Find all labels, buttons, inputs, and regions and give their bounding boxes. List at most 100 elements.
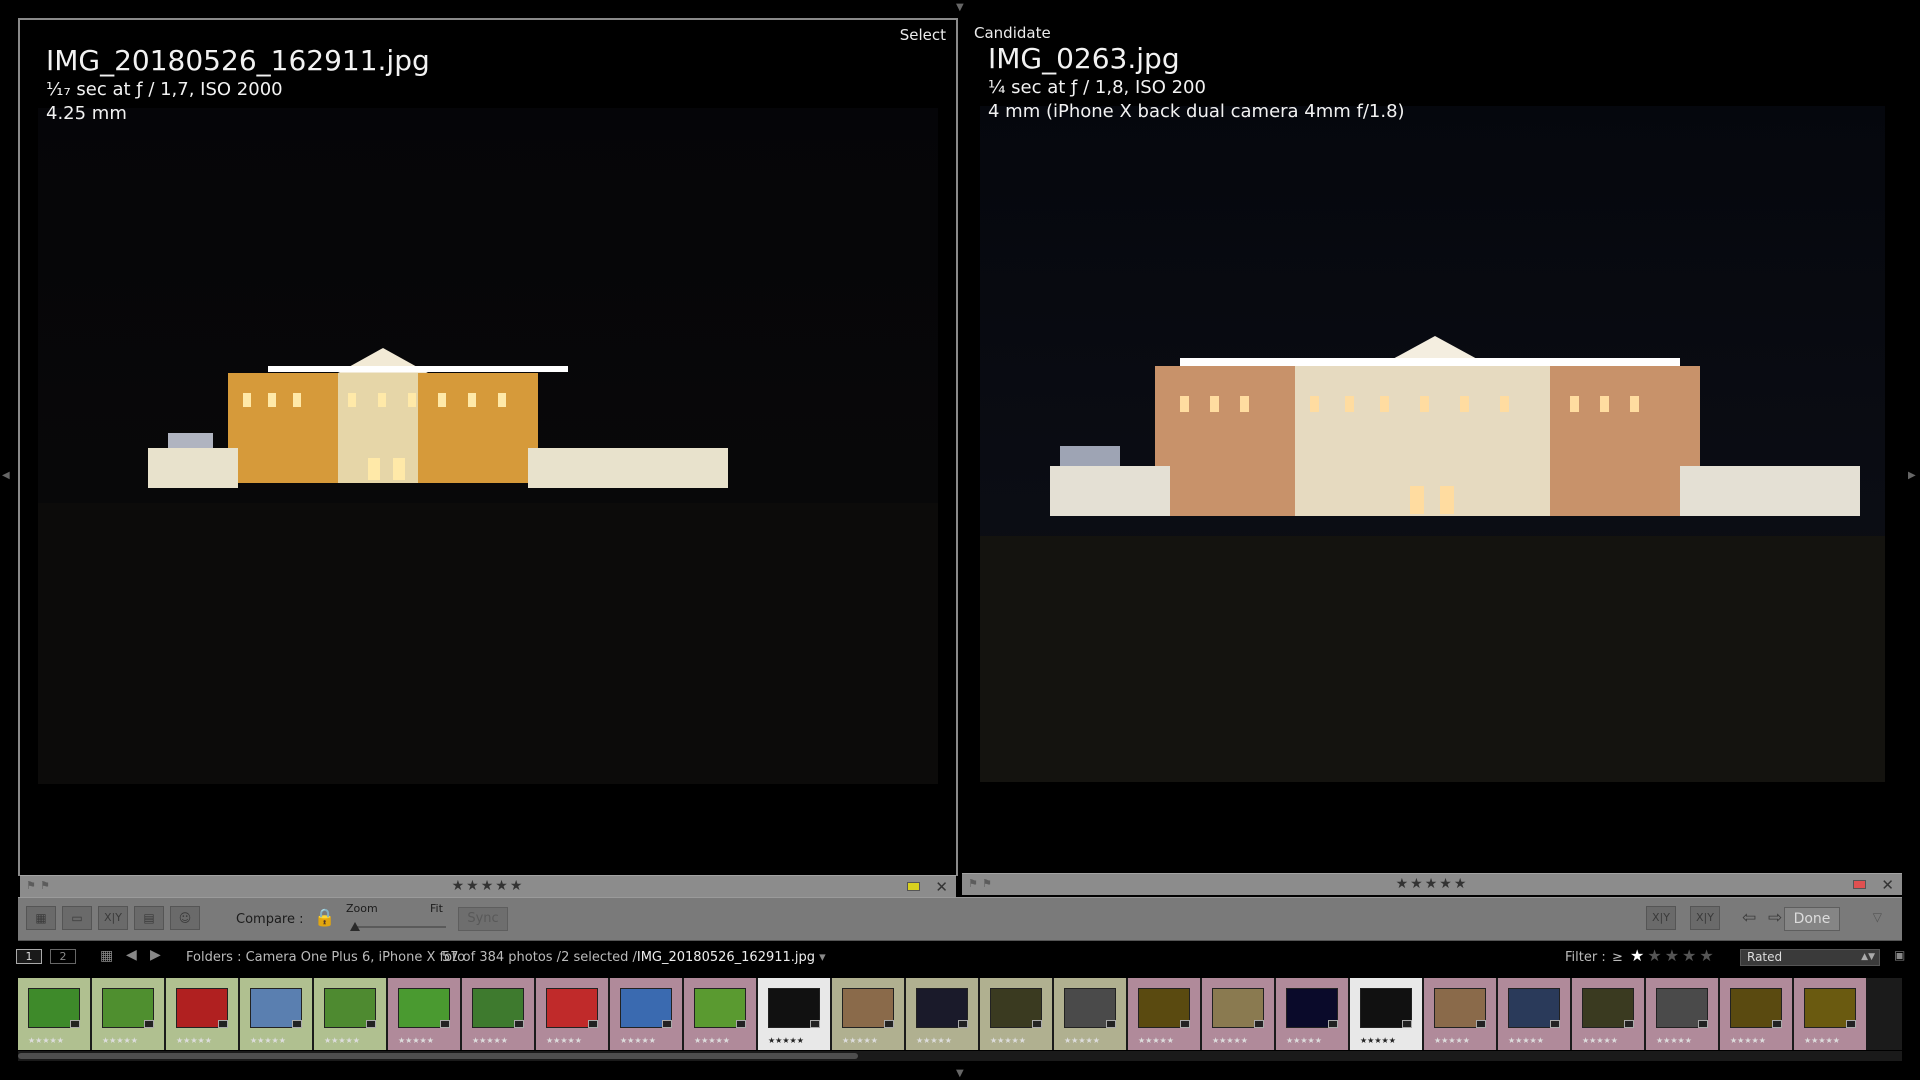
filmstrip-scrollbar[interactable] bbox=[18, 1051, 1902, 1061]
chevron-down-icon: ▲▼ bbox=[1861, 952, 1875, 962]
edited-badge-icon bbox=[1846, 1020, 1856, 1028]
people-view-button[interactable]: ☺ bbox=[170, 906, 200, 930]
thumbnail-rating-stars: ★★★★★ bbox=[250, 1036, 286, 1045]
filmstrip-thumbnail[interactable]: ★★★★★ bbox=[1498, 978, 1570, 1050]
filmstrip-thumbnail[interactable]: ★★★★★ bbox=[240, 978, 312, 1050]
toolbar-options-chevron-icon[interactable]: ▽ bbox=[1873, 910, 1882, 924]
filmstrip-thumbnail[interactable]: ★★★★★ bbox=[1646, 978, 1718, 1050]
filmstrip-scroll-thumb[interactable] bbox=[18, 1053, 858, 1059]
thumbnail-rating-stars: ★★★★★ bbox=[620, 1036, 656, 1045]
edited-badge-icon bbox=[662, 1020, 672, 1028]
loupe-view-button[interactable]: ▭ bbox=[62, 906, 92, 930]
right-panel-toggle-icon[interactable]: ▶ bbox=[1908, 470, 1916, 481]
left-panel-toggle-icon[interactable]: ◀ bbox=[2, 470, 10, 481]
filmstrip-thumbnail[interactable]: ★★★★★ bbox=[684, 978, 756, 1050]
thumbnail-rating-stars: ★★★★★ bbox=[1582, 1036, 1618, 1045]
sync-button[interactable]: Sync bbox=[458, 907, 508, 931]
thumbnail-rating-stars: ★★★★★ bbox=[1508, 1036, 1544, 1045]
filmstrip-thumbnail[interactable]: ★★★★★ bbox=[1276, 978, 1348, 1050]
zoom-slider-thumb[interactable] bbox=[350, 922, 360, 931]
filmstrip-thumbnail[interactable]: ★★★★★ bbox=[1202, 978, 1274, 1050]
filmstrip-thumbnail[interactable]: ★★★★★ bbox=[980, 978, 1052, 1050]
filmstrip-thumbnail[interactable]: ★★★★★ bbox=[314, 978, 386, 1050]
filter-rated-select[interactable]: Rated ▲▼ bbox=[1740, 949, 1880, 966]
filmstrip-header: 1 2 ▦ ◀ ▶ Folders : Camera One Plus 6, i… bbox=[0, 943, 1920, 971]
thumbnail-rating-stars: ★★★★★ bbox=[1434, 1036, 1470, 1045]
filmstrip[interactable]: ★★★★★ ★★★★★ ★★★★★ ★★★★★ ★★★★★ ★★★★★ ★★★★★ ★★★★★… bbox=[18, 978, 1902, 1050]
filter-operator[interactable]: ≥ bbox=[1612, 950, 1623, 965]
filmstrip-thumbnail[interactable]: ★★★★★ bbox=[1424, 978, 1496, 1050]
forward-arrow-icon[interactable]: ▶ bbox=[150, 947, 161, 963]
loupe-icon: ▭ bbox=[71, 911, 83, 925]
candidate-close-icon[interactable]: ✕ bbox=[1881, 876, 1894, 894]
lock-icon[interactable]: 🔒 bbox=[314, 908, 335, 928]
filmstrip-thumbnail[interactable]: ★★★★★ bbox=[832, 978, 904, 1050]
filmstrip-thumbnail[interactable]: ★★★★★ bbox=[1572, 978, 1644, 1050]
thumbnail-rating-stars: ★★★★★ bbox=[324, 1036, 360, 1045]
edited-badge-icon bbox=[1180, 1020, 1190, 1028]
filmstrip-thumbnail[interactable]: ★★★★★ bbox=[906, 978, 978, 1050]
fit-label: Fit bbox=[430, 902, 443, 915]
survey-view-button[interactable]: ▤ bbox=[134, 906, 164, 930]
thumbnail-rating-stars: ★★★★★ bbox=[28, 1036, 64, 1045]
previous-arrow-icon[interactable]: ⇦ bbox=[1742, 908, 1756, 928]
filmstrip-thumbnail[interactable]: ★★★★★ bbox=[1128, 978, 1200, 1050]
select-rating-stars[interactable]: ★★★★★ bbox=[20, 878, 956, 894]
next-arrow-icon[interactable]: ⇨ bbox=[1768, 908, 1782, 928]
select-panel[interactable]: Select IMG_20180526_162911.jpg ¹⁄₁₇ sec … bbox=[18, 18, 958, 897]
edited-badge-icon bbox=[958, 1020, 968, 1028]
back-arrow-icon[interactable]: ◀ bbox=[126, 947, 137, 963]
filmstrip-thumbnail[interactable]: ★★★★★ bbox=[388, 978, 460, 1050]
filmstrip-thumbnail[interactable]: ★★★★★ bbox=[610, 978, 682, 1050]
filmstrip-thumbnail[interactable]: ★★★★★ bbox=[1794, 978, 1866, 1050]
filmstrip-thumbnail[interactable]: ★★★★★ bbox=[166, 978, 238, 1050]
edited-badge-icon bbox=[884, 1020, 894, 1028]
candidate-color-label[interactable] bbox=[1853, 880, 1866, 889]
select-focal-length: 4.25 mm bbox=[46, 103, 127, 124]
thumbnail-rating-stars: ★★★★★ bbox=[1138, 1036, 1174, 1045]
secondary-window-button[interactable]: 2 bbox=[50, 949, 76, 964]
folder-source[interactable]: Folders : Camera One Plus 6, iPhone X fo… bbox=[186, 950, 465, 965]
filmstrip-thumbnail[interactable]: ★★★★★ bbox=[1054, 978, 1126, 1050]
thumbnail-rating-stars: ★★★★★ bbox=[1804, 1036, 1840, 1045]
thumbnail-rating-stars: ★★★★★ bbox=[768, 1036, 804, 1045]
candidate-photo[interactable] bbox=[980, 106, 1885, 782]
select-close-icon[interactable]: ✕ bbox=[935, 878, 948, 896]
filmstrip-thumbnail[interactable]: ★★★★★ bbox=[758, 978, 830, 1050]
select-color-label[interactable] bbox=[907, 882, 920, 891]
make-select-button[interactable]: X|Y bbox=[1690, 906, 1720, 930]
thumbnail-rating-stars: ★★★★★ bbox=[1064, 1036, 1100, 1045]
filter-toggle-icon[interactable]: ▣ bbox=[1894, 948, 1905, 962]
candidate-panel[interactable]: Candidate IMG_0263.jpg ¼ sec at ƒ / 1,8,… bbox=[962, 18, 1902, 895]
zoom-slider-track[interactable] bbox=[354, 926, 446, 928]
filmstrip-thumbnail[interactable]: ★★★★★ bbox=[92, 978, 164, 1050]
edited-badge-icon bbox=[736, 1020, 746, 1028]
thumbnail-rating-stars: ★★★★★ bbox=[1730, 1036, 1766, 1045]
filter-rating-stars[interactable]: ★★★★★ bbox=[1630, 946, 1717, 965]
thumbnail-rating-stars: ★★★★★ bbox=[694, 1036, 730, 1045]
edited-badge-icon bbox=[588, 1020, 598, 1028]
candidate-filename: IMG_0263.jpg bbox=[988, 42, 1180, 75]
swap-button[interactable]: X|Y bbox=[1646, 906, 1676, 930]
grid-view-button[interactable]: ▦ bbox=[26, 906, 56, 930]
candidate-metadata: IMG_0263.jpg ¼ sec at ƒ / 1,8, ISO 200 4… bbox=[988, 42, 1405, 124]
select-photo[interactable] bbox=[38, 108, 938, 784]
edited-badge-icon bbox=[1032, 1020, 1042, 1028]
top-panel-toggle-icon[interactable]: ▼ bbox=[956, 2, 964, 13]
thumbnail-rating-stars: ★★★★★ bbox=[916, 1036, 952, 1045]
grid-icon[interactable]: ▦ bbox=[100, 948, 113, 964]
filmstrip-thumbnail[interactable]: ★★★★★ bbox=[18, 978, 90, 1050]
bottom-panel-toggle-icon[interactable]: ▼ bbox=[956, 1068, 964, 1079]
done-button[interactable]: Done bbox=[1784, 907, 1840, 931]
filmstrip-thumbnail[interactable]: ★★★★★ bbox=[1720, 978, 1792, 1050]
primary-window-button[interactable]: 1 bbox=[16, 949, 42, 964]
filmstrip-thumbnail[interactable]: ★★★★★ bbox=[462, 978, 534, 1050]
photo-count[interactable]: 57 of 384 photos /2 selected /IMG_201805… bbox=[442, 950, 826, 965]
filmstrip-thumbnail[interactable]: ★★★★★ bbox=[536, 978, 608, 1050]
candidate-rating-stars[interactable]: ★★★★★ bbox=[962, 876, 1902, 892]
select-view[interactable]: Select IMG_20180526_162911.jpg ¹⁄₁₇ sec … bbox=[20, 20, 956, 875]
filmstrip-thumbnail[interactable]: ★★★★★ bbox=[1350, 978, 1422, 1050]
compare-view-button[interactable]: X|Y bbox=[98, 906, 128, 930]
candidate-view[interactable]: Candidate IMG_0263.jpg ¼ sec at ƒ / 1,8,… bbox=[962, 18, 1902, 873]
edited-badge-icon bbox=[514, 1020, 524, 1028]
